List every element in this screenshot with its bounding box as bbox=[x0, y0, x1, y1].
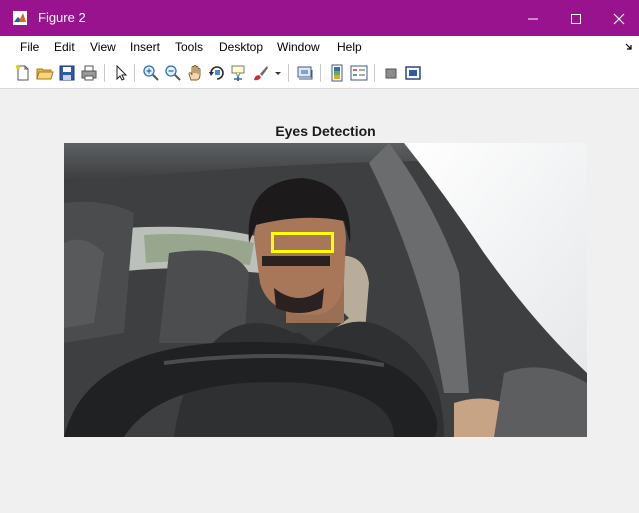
menu-tools[interactable]: Tools bbox=[175, 40, 203, 54]
insert-colorbar-icon[interactable] bbox=[328, 64, 346, 82]
data-cursor-icon[interactable] bbox=[230, 64, 248, 82]
hide-plot-tools-icon[interactable] bbox=[382, 64, 400, 82]
menu-window[interactable]: Window bbox=[277, 40, 320, 54]
save-icon[interactable] bbox=[58, 64, 76, 82]
rotate-3d-icon[interactable] bbox=[208, 64, 226, 82]
insert-legend-icon[interactable] bbox=[350, 64, 368, 82]
new-figure-icon[interactable] bbox=[14, 64, 32, 82]
pan-hand-icon[interactable] bbox=[186, 64, 204, 82]
menu-help[interactable]: Help bbox=[337, 40, 362, 54]
dock-arrow-icon[interactable] bbox=[625, 42, 633, 50]
open-file-icon[interactable] bbox=[36, 64, 54, 82]
menu-insert[interactable]: Insert bbox=[130, 40, 160, 54]
detection-image[interactable] bbox=[64, 143, 587, 437]
zoom-in-icon[interactable] bbox=[142, 64, 160, 82]
close-button[interactable] bbox=[596, 0, 639, 36]
print-icon[interactable] bbox=[80, 64, 98, 82]
menu-view[interactable]: View bbox=[90, 40, 116, 54]
window-title: Figure 2 bbox=[38, 10, 86, 25]
toolbar-separator bbox=[320, 64, 321, 82]
menu-bar: File Edit View Insert Tools Desktop Wind… bbox=[0, 36, 639, 58]
eyes-detection-box bbox=[271, 232, 334, 253]
minimize-icon bbox=[528, 18, 538, 20]
close-icon bbox=[613, 13, 625, 25]
menu-edit[interactable]: Edit bbox=[54, 40, 75, 54]
maximize-button[interactable] bbox=[553, 0, 599, 36]
zoom-out-icon[interactable] bbox=[164, 64, 182, 82]
toolbar-separator bbox=[134, 64, 135, 82]
menu-file[interactable]: File bbox=[20, 40, 39, 54]
toolbar-separator bbox=[288, 64, 289, 82]
brush-icon[interactable] bbox=[252, 64, 270, 82]
show-plot-tools-icon[interactable] bbox=[404, 64, 422, 82]
link-plot-icon[interactable] bbox=[296, 64, 314, 82]
minimize-button[interactable] bbox=[510, 0, 556, 36]
toolbar-separator bbox=[104, 64, 105, 82]
figure-window: Figure 2 File Edit View Insert Tools Des… bbox=[0, 0, 639, 513]
edit-plot-arrow-icon[interactable] bbox=[112, 64, 130, 82]
matlab-icon bbox=[13, 11, 27, 25]
axes-title: Eyes Detection bbox=[275, 123, 376, 139]
maximize-icon bbox=[571, 14, 581, 24]
toolbar-separator bbox=[374, 64, 375, 82]
menu-desktop[interactable]: Desktop bbox=[219, 40, 263, 54]
driver-photo bbox=[64, 143, 587, 437]
figure-toolbar bbox=[0, 58, 639, 89]
brush-dropdown-icon[interactable] bbox=[274, 64, 282, 82]
title-bar[interactable]: Figure 2 bbox=[0, 0, 639, 36]
